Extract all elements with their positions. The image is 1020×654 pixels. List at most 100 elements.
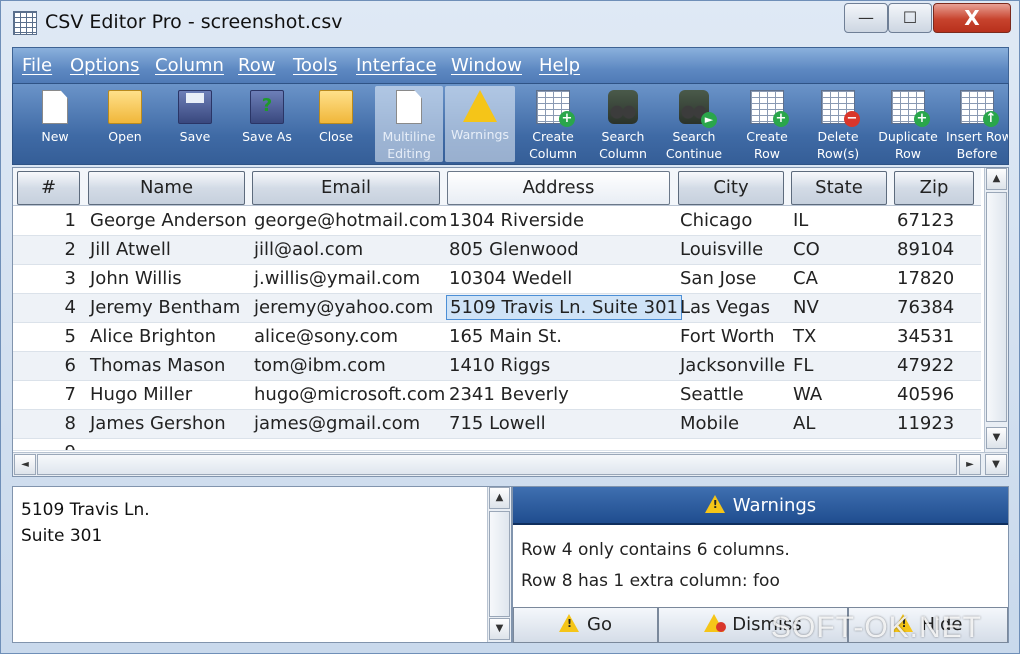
cell-zip[interactable]: 76384 bbox=[897, 297, 954, 318]
cell-name[interactable]: Hugo Miller bbox=[90, 384, 192, 405]
cell-email[interactable]: alice@sony.com bbox=[254, 326, 398, 347]
cell-state[interactable]: CO bbox=[793, 239, 820, 260]
multiline-editing-button[interactable]: Multiline Editing bbox=[375, 86, 443, 162]
table-row[interactable]: 8 James Gershon james@gmail.com 715 Lowe… bbox=[13, 410, 981, 439]
scroll-left-icon[interactable]: ◄ bbox=[14, 454, 36, 475]
horizontal-scroll-thumb[interactable] bbox=[37, 454, 957, 475]
new-button[interactable]: New bbox=[25, 86, 85, 162]
column-header-city[interactable]: City bbox=[678, 171, 784, 205]
cell-email[interactable]: james@gmail.com bbox=[254, 413, 420, 434]
open-button[interactable]: Open bbox=[95, 86, 155, 162]
cell-address[interactable]: 1410 Riggs bbox=[449, 355, 550, 376]
cell-email[interactable]: j.willis@ymail.com bbox=[254, 268, 420, 289]
warning-item[interactable]: Row 8 has 1 extra column: foo bbox=[521, 566, 790, 597]
column-header-state[interactable]: State bbox=[791, 171, 887, 205]
cell-address[interactable]: 10304 Wedell bbox=[449, 268, 572, 289]
search-column-button[interactable]: Search Column bbox=[595, 86, 651, 162]
maximize-button[interactable]: ☐ bbox=[888, 3, 932, 33]
editor-scroll-thumb[interactable] bbox=[489, 511, 510, 617]
cell-zip[interactable]: 40596 bbox=[897, 384, 954, 405]
menu-window[interactable]: Window bbox=[451, 55, 522, 76]
cell-address-selected[interactable]: 5109 Travis Ln. Suite 301 bbox=[446, 295, 682, 320]
table-row[interactable]: 5 Alice Brighton alice@sony.com 165 Main… bbox=[13, 323, 981, 352]
delete-rows-button[interactable]: − Delete Row(s) bbox=[810, 86, 866, 162]
column-header-address[interactable]: Address bbox=[447, 171, 670, 205]
cell-state[interactable]: WA bbox=[793, 384, 822, 405]
cell-zip[interactable]: 17820 bbox=[897, 268, 954, 289]
column-header-email[interactable]: Email bbox=[252, 171, 440, 205]
grid-horizontal-scrollbar[interactable]: ◄ ► ▼ bbox=[13, 452, 1008, 476]
scroll-down-icon[interactable]: ▼ bbox=[986, 427, 1007, 449]
menu-interface[interactable]: Interface bbox=[356, 55, 437, 76]
editor-scroll-up-icon[interactable]: ▲ bbox=[489, 487, 510, 509]
editor-text[interactable]: 5109 Travis Ln. Suite 301 bbox=[21, 497, 150, 549]
table-row[interactable]: 7 Hugo Miller hugo@microsoft.com 2341 Be… bbox=[13, 381, 981, 410]
cell-state[interactable]: CA bbox=[793, 268, 818, 289]
create-row-button[interactable]: + Create Row bbox=[739, 86, 795, 162]
cell-email[interactable]: george@hotmail.com bbox=[254, 210, 447, 231]
cell-city[interactable]: Jacksonville bbox=[680, 355, 785, 376]
cell-state[interactable]: TX bbox=[793, 326, 816, 347]
cell-address[interactable]: 2341 Beverly bbox=[449, 384, 569, 405]
cell-name[interactable]: Alice Brighton bbox=[90, 326, 216, 347]
grid-vertical-scrollbar[interactable]: ▲ ▼ bbox=[984, 168, 1008, 452]
cell-address[interactable]: 1304 Riverside bbox=[449, 210, 584, 231]
cell-name[interactable]: Jeremy Bentham bbox=[90, 297, 240, 318]
column-header-number[interactable]: # bbox=[17, 171, 80, 205]
cell-city[interactable]: San Jose bbox=[680, 268, 756, 289]
cell-city[interactable]: Fort Worth bbox=[680, 326, 775, 347]
cell-zip[interactable]: 89104 bbox=[897, 239, 954, 260]
scroll-up-icon[interactable]: ▲ bbox=[986, 168, 1007, 190]
menu-tools[interactable]: Tools bbox=[293, 55, 337, 76]
cell-state[interactable]: AL bbox=[793, 413, 815, 434]
table-row[interactable]: 3 John Willis j.willis@ymail.com 10304 W… bbox=[13, 265, 981, 294]
table-row[interactable]: 1 George Anderson george@hotmail.com 130… bbox=[13, 207, 981, 236]
cell-state[interactable]: FL bbox=[793, 355, 813, 376]
cell-email[interactable]: tom@ibm.com bbox=[254, 355, 386, 376]
table-row-partial[interactable]: 9 bbox=[13, 439, 981, 451]
save-button[interactable]: Save bbox=[165, 86, 225, 162]
duplicate-row-button[interactable]: + Duplicate Row bbox=[875, 86, 941, 162]
menu-column[interactable]: Column bbox=[155, 55, 224, 76]
table-row[interactable]: 6 Thomas Mason tom@ibm.com 1410 Riggs Ja… bbox=[13, 352, 981, 381]
cell-name[interactable]: George Anderson bbox=[90, 210, 247, 231]
scroll-down-corner-icon[interactable]: ▼ bbox=[985, 454, 1007, 475]
table-row[interactable]: 2 Jill Atwell jill@aol.com 805 Glenwood … bbox=[13, 236, 981, 265]
cell-name[interactable]: John Willis bbox=[90, 268, 182, 289]
cell-email[interactable]: hugo@microsoft.com bbox=[254, 384, 445, 405]
save-as-button[interactable]: ? Save As bbox=[235, 86, 299, 162]
column-header-zip[interactable]: Zip bbox=[894, 171, 974, 205]
close-button[interactable]: Close bbox=[306, 86, 366, 162]
cell-email[interactable]: jeremy@yahoo.com bbox=[254, 297, 433, 318]
cell-zip[interactable]: 11923 bbox=[897, 413, 954, 434]
warning-item[interactable]: Row 4 only contains 6 columns. bbox=[521, 535, 790, 566]
editor-scroll-down-icon[interactable]: ▼ bbox=[489, 618, 510, 640]
cell-name[interactable]: Thomas Mason bbox=[90, 355, 225, 376]
cell-zip[interactable]: 34531 bbox=[897, 326, 954, 347]
go-button[interactable]: ! Go bbox=[513, 607, 658, 643]
cell-city[interactable]: Mobile bbox=[680, 413, 739, 434]
warnings-button[interactable]: Warnings bbox=[445, 86, 515, 162]
column-header-name[interactable]: Name bbox=[88, 171, 245, 205]
scroll-thumb[interactable] bbox=[986, 192, 1007, 422]
menu-help[interactable]: Help bbox=[539, 55, 580, 76]
editor-scrollbar[interactable]: ▲ ▼ bbox=[487, 487, 511, 642]
insert-row-before-button[interactable]: ↑ Insert Row Before bbox=[946, 86, 1008, 162]
cell-city[interactable]: Chicago bbox=[680, 210, 752, 231]
multiline-editor[interactable]: 5109 Travis Ln. Suite 301 ▲ ▼ bbox=[12, 486, 512, 643]
menu-row[interactable]: Row bbox=[238, 55, 275, 76]
cell-zip[interactable]: 47922 bbox=[897, 355, 954, 376]
menu-file[interactable]: File bbox=[22, 55, 52, 76]
cell-city[interactable]: Seattle bbox=[680, 384, 744, 405]
create-column-button[interactable]: + Create Column bbox=[525, 86, 581, 162]
scroll-right-icon[interactable]: ► bbox=[959, 454, 981, 475]
cell-address[interactable]: 165 Main St. bbox=[449, 326, 562, 347]
search-continue-button[interactable]: ► Search Continue bbox=[663, 86, 725, 162]
cell-name[interactable]: James Gershon bbox=[90, 413, 226, 434]
menu-options[interactable]: Options bbox=[70, 55, 139, 76]
cell-state[interactable]: NV bbox=[793, 297, 819, 318]
close-window-button[interactable]: X bbox=[933, 3, 1011, 33]
cell-email[interactable]: jill@aol.com bbox=[254, 239, 363, 260]
minimize-button[interactable]: — bbox=[844, 3, 888, 33]
cell-state[interactable]: IL bbox=[793, 210, 808, 231]
